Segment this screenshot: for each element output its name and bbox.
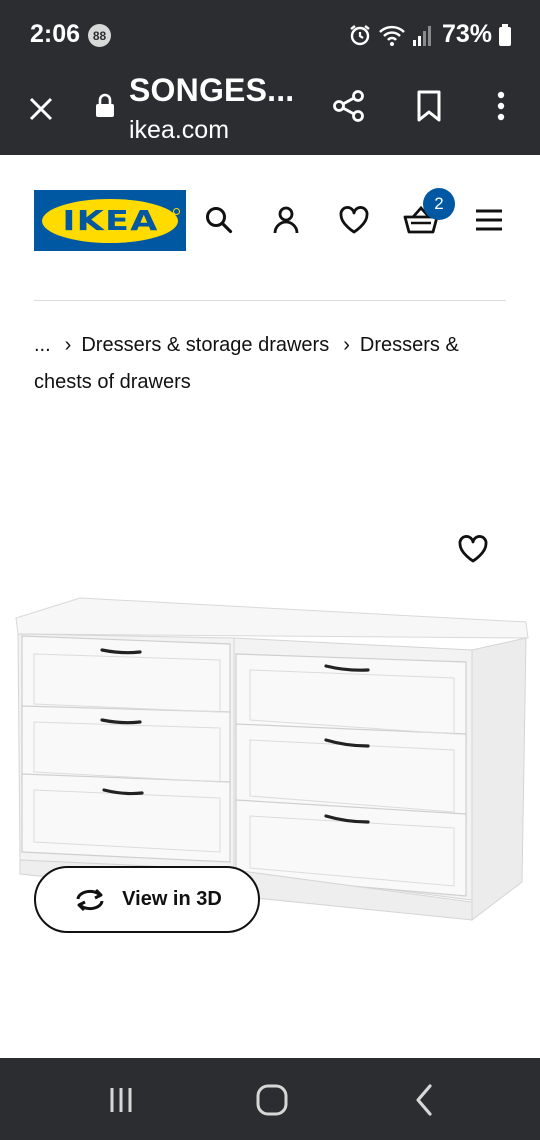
system-navigation-bar xyxy=(0,1058,540,1140)
bookmark-icon xyxy=(417,90,441,122)
view-in-3d-button[interactable]: View in 3D xyxy=(34,866,260,933)
view-in-3d-label: View in 3D xyxy=(122,888,222,910)
heart-icon xyxy=(339,206,369,234)
status-time: 2:06 xyxy=(30,20,81,48)
search-button[interactable] xyxy=(199,200,239,240)
logo-text: IKEA xyxy=(61,204,159,237)
back-icon xyxy=(416,1084,432,1116)
home-icon xyxy=(256,1084,288,1116)
more-options-button[interactable] xyxy=(486,87,516,125)
page-title: SONGES... xyxy=(129,72,295,108)
menu-icon xyxy=(476,209,502,231)
recents-button[interactable] xyxy=(99,1078,143,1122)
status-bar: 2:06 88 73% xyxy=(0,0,540,70)
recents-icon xyxy=(110,1088,132,1112)
close-tab-button[interactable] xyxy=(24,92,58,126)
heart-icon xyxy=(458,535,488,563)
logo-oval: IKEA xyxy=(42,198,178,243)
search-icon xyxy=(206,207,233,234)
signal-icon xyxy=(412,24,432,46)
notification-count-badge: 88 xyxy=(88,24,111,47)
rotate-3d-icon xyxy=(76,888,104,911)
share-button[interactable] xyxy=(330,87,368,125)
wifi-icon xyxy=(378,23,406,47)
save-to-wishlist-button[interactable] xyxy=(454,530,492,568)
alarm-icon xyxy=(348,23,372,47)
breadcrumb: ... › Dressers & storage drawers › Dressers … xyxy=(34,327,506,401)
close-icon xyxy=(29,97,53,121)
bookmark-button[interactable] xyxy=(412,87,446,125)
account-icon xyxy=(273,206,299,234)
home-button[interactable] xyxy=(250,1078,294,1122)
battery-icon xyxy=(498,23,512,47)
back-button[interactable] xyxy=(402,1078,446,1122)
more-icon xyxy=(497,91,505,121)
account-button[interactable] xyxy=(266,200,306,240)
battery-percentage: 73% xyxy=(441,20,492,48)
wishlist-button[interactable] xyxy=(334,200,374,240)
browser-toolbar: SONGES... ikea.com xyxy=(0,70,540,155)
cart-count-badge: 2 xyxy=(423,188,455,220)
breadcrumb-separator: › xyxy=(343,334,350,356)
breadcrumb-separator: › xyxy=(64,334,72,356)
status-icons: 73% xyxy=(348,20,512,49)
registered-mark-icon xyxy=(173,208,180,215)
lock-icon xyxy=(95,93,115,124)
breadcrumb-item-storage-drawers[interactable]: Dressers & storage drawers xyxy=(81,334,329,356)
breadcrumb-ellipsis[interactable]: ... xyxy=(34,334,51,356)
page-domain[interactable]: ikea.com xyxy=(129,116,229,145)
share-icon xyxy=(333,90,364,122)
menu-button[interactable] xyxy=(469,200,509,240)
ikea-logo[interactable]: IKEA xyxy=(34,190,186,251)
header-divider xyxy=(34,300,506,301)
